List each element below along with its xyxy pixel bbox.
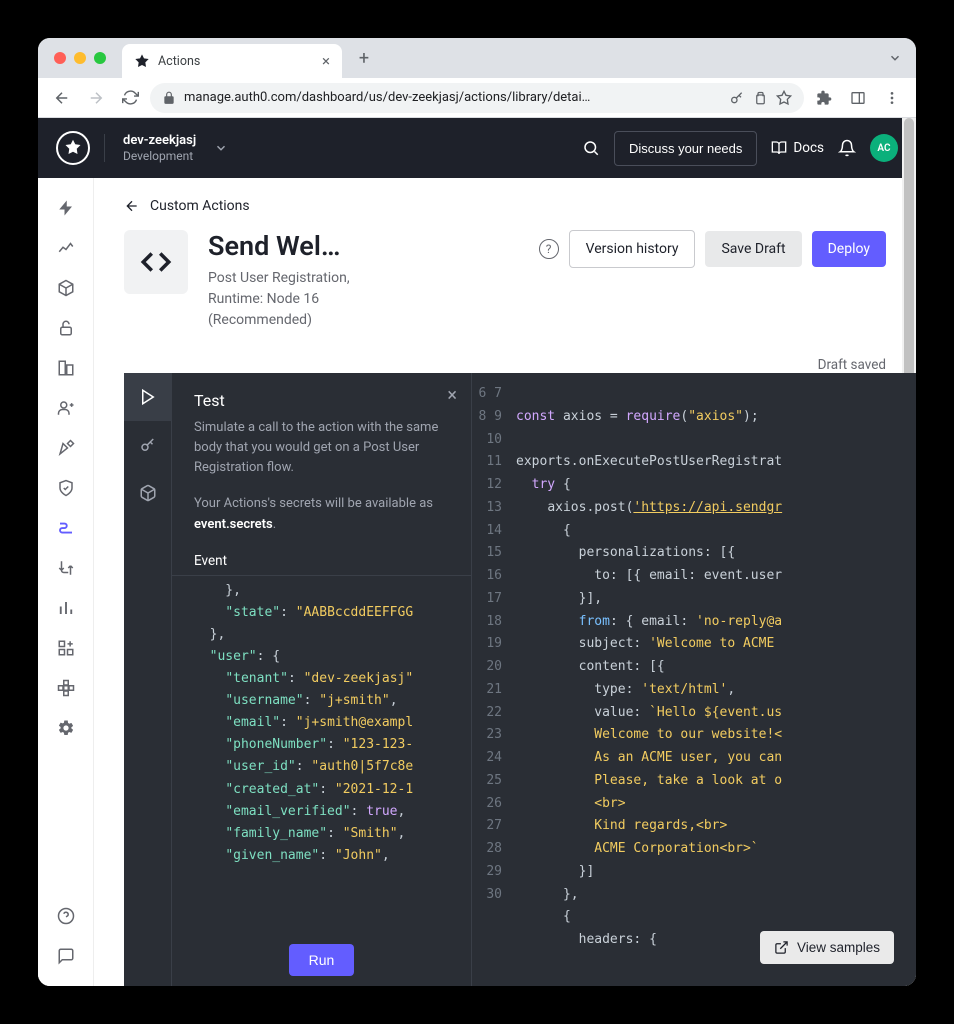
line-gutter: 6 7 8 9 10 11 12 13 14 15 16 17 18 19 20… bbox=[472, 373, 510, 986]
main-sidebar bbox=[38, 178, 94, 986]
deploy-button[interactable]: Deploy bbox=[812, 231, 886, 267]
nav-security[interactable] bbox=[48, 470, 84, 506]
rail-dependencies-icon[interactable] bbox=[124, 469, 172, 517]
view-samples-button[interactable]: View samples bbox=[760, 931, 894, 964]
help-icon[interactable] bbox=[48, 898, 84, 934]
save-status: Draft saved bbox=[94, 357, 916, 373]
search-icon[interactable] bbox=[582, 139, 600, 157]
nav-marketplace[interactable] bbox=[48, 630, 84, 666]
editor-tool-rail bbox=[124, 373, 172, 986]
external-link-icon bbox=[774, 940, 789, 955]
event-json-viewer[interactable]: }, "state": "AABBccddEEFFGG }, "user": {… bbox=[172, 576, 471, 934]
close-tab-icon[interactable]: × bbox=[322, 52, 330, 70]
minimize-window[interactable] bbox=[74, 52, 86, 64]
context-help-icon[interactable]: ? bbox=[539, 239, 559, 259]
page-subtitle: Post User Registration, Runtime: Node 16… bbox=[208, 268, 378, 331]
feedback-icon[interactable] bbox=[48, 938, 84, 974]
new-tab-button[interactable]: + bbox=[350, 44, 378, 72]
tenant-environment: Development bbox=[123, 149, 196, 163]
nav-applications[interactable] bbox=[48, 270, 84, 306]
nav-settings[interactable] bbox=[48, 710, 84, 746]
chevron-down-icon[interactable] bbox=[214, 141, 228, 155]
notifications-icon[interactable] bbox=[838, 139, 856, 157]
tenant-name: dev-zeekjasj bbox=[123, 133, 196, 149]
tab-title: Actions bbox=[158, 54, 200, 69]
save-draft-button[interactable]: Save Draft bbox=[705, 231, 801, 267]
code-icon bbox=[124, 230, 188, 294]
panel-icon[interactable] bbox=[844, 84, 872, 112]
arrow-left-icon bbox=[124, 198, 140, 214]
test-panel-title: Test bbox=[194, 391, 225, 410]
rail-test-icon[interactable] bbox=[124, 373, 172, 421]
nav-auth-pipeline[interactable] bbox=[48, 550, 84, 586]
close-window[interactable] bbox=[54, 52, 66, 64]
discuss-needs-button[interactable]: Discuss your needs bbox=[614, 131, 757, 166]
back-button[interactable] bbox=[48, 84, 76, 112]
rail-secrets-icon[interactable] bbox=[124, 421, 172, 469]
book-icon bbox=[771, 140, 787, 156]
test-panel: × Test Simulate a call to the action wit… bbox=[172, 373, 472, 986]
version-history-button[interactable]: Version history bbox=[569, 230, 696, 268]
test-description-2: Your Actions's secrets will be available… bbox=[172, 488, 471, 544]
nav-activity[interactable] bbox=[48, 230, 84, 266]
address-bar[interactable]: manage.auth0.com/dashboard/us/dev-zeekja… bbox=[150, 83, 804, 113]
test-description-1: Simulate a call to the action with the s… bbox=[172, 412, 471, 488]
lock-icon bbox=[162, 91, 176, 105]
tenant-switcher[interactable]: dev-zeekjasj Development bbox=[123, 133, 196, 163]
code-content[interactable]: const axios = require("axios"); exports.… bbox=[510, 373, 916, 986]
nav-organizations[interactable] bbox=[48, 350, 84, 386]
run-button[interactable]: Run bbox=[289, 944, 355, 976]
app-header: dev-zeekjasj Development Discuss your ne… bbox=[38, 118, 916, 178]
chrome-overflow-icon[interactable] bbox=[888, 51, 902, 65]
nav-actions[interactable] bbox=[48, 510, 84, 546]
browser-chrome: Actions × + manage.auth0.com/dashboard/u… bbox=[38, 38, 916, 118]
nav-branding[interactable] bbox=[48, 430, 84, 466]
nav-getting-started[interactable] bbox=[48, 190, 84, 226]
auth0-favicon-icon bbox=[134, 53, 150, 69]
page-title: Send Wel… bbox=[208, 230, 378, 262]
share-icon[interactable] bbox=[753, 90, 768, 105]
key-icon[interactable] bbox=[729, 90, 745, 106]
user-avatar[interactable]: AC bbox=[870, 134, 898, 162]
code-editor[interactable]: 6 7 8 9 10 11 12 13 14 15 16 17 18 19 20… bbox=[472, 373, 916, 986]
event-tab[interactable]: Event bbox=[172, 545, 471, 576]
bookmark-star-icon[interactable] bbox=[776, 90, 792, 106]
close-panel-icon[interactable]: × bbox=[447, 385, 457, 406]
browser-tab[interactable]: Actions × bbox=[122, 44, 342, 78]
docs-link[interactable]: Docs bbox=[771, 140, 824, 156]
breadcrumb-back[interactable]: Custom Actions bbox=[124, 198, 886, 214]
nav-extensions[interactable] bbox=[48, 670, 84, 706]
forward-button[interactable] bbox=[82, 84, 110, 112]
reload-button[interactable] bbox=[116, 84, 144, 112]
extensions-icon[interactable] bbox=[810, 84, 838, 112]
nav-authentication[interactable] bbox=[48, 310, 84, 346]
url-text: manage.auth0.com/dashboard/us/dev-zeekja… bbox=[184, 90, 721, 105]
window-controls bbox=[50, 52, 114, 64]
auth0-logo-icon[interactable] bbox=[56, 131, 90, 165]
maximize-window[interactable] bbox=[94, 52, 106, 64]
nav-monitoring[interactable] bbox=[48, 590, 84, 626]
nav-user-management[interactable] bbox=[48, 390, 84, 426]
chrome-menu-icon[interactable] bbox=[878, 84, 906, 112]
